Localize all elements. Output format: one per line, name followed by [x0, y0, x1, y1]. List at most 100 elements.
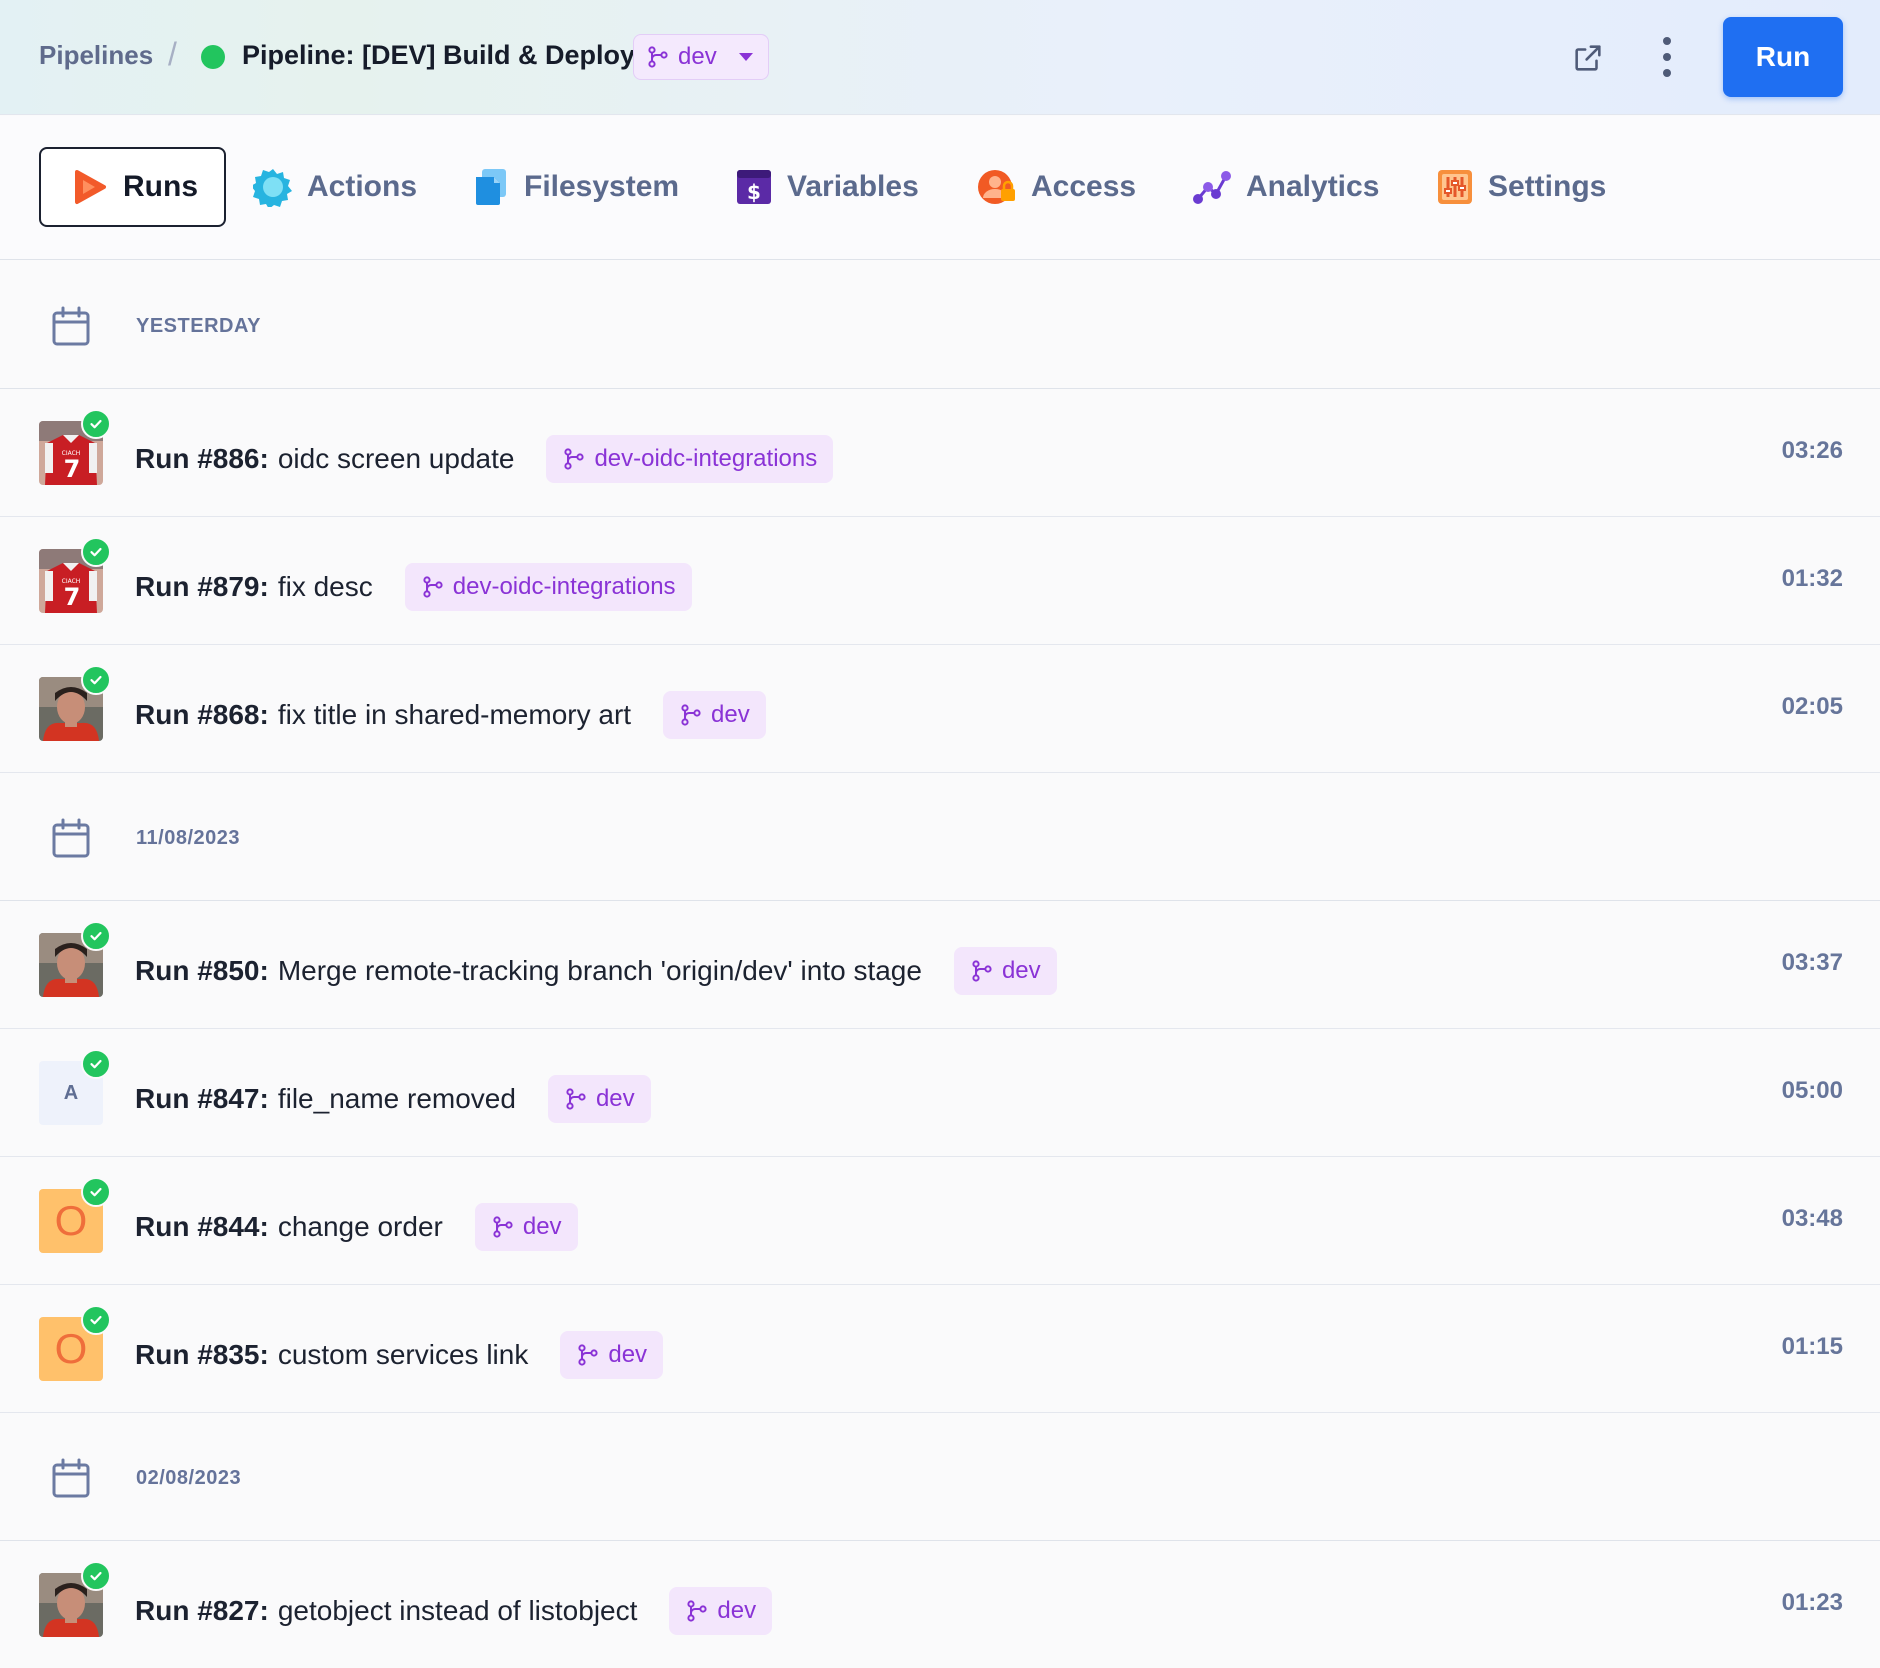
run-row[interactable]: CIACH 7 Run #879: fix desc dev-oidc-integrat…: [0, 517, 1880, 645]
gear-icon: [253, 169, 292, 207]
run-row[interactable]: CIACH 7 Run #886: oidc screen update dev-oid…: [0, 389, 1880, 517]
branch-tag[interactable]: dev: [669, 1587, 773, 1635]
tab-actions[interactable]: Actions: [253, 147, 417, 227]
run-duration: 03:48: [1781, 1205, 1843, 1232]
tab-access[interactable]: Access: [977, 147, 1136, 227]
success-check-icon: [81, 409, 111, 439]
tab-analytics[interactable]: Analytics: [1192, 147, 1379, 227]
breadcrumb-pipelines-link[interactable]: Pipelines: [39, 40, 153, 71]
branch-icon: [564, 1087, 588, 1111]
svg-text:7: 7: [64, 455, 81, 483]
kebab-dot: [1663, 37, 1671, 45]
run-row[interactable]: Run #827: getobject instead of listobject…: [0, 1541, 1880, 1668]
run-row[interactable]: A Run #847: file_name removed dev 05:00: [0, 1029, 1880, 1157]
branch-icon: [970, 959, 994, 983]
branch-icon: [576, 1343, 600, 1367]
tab-label: Actions: [307, 170, 418, 203]
branch-selector[interactable]: dev: [633, 34, 769, 80]
success-check-icon: [81, 1049, 111, 1079]
run-row[interactable]: O Run #835: custom services link dev 01:15: [0, 1285, 1880, 1413]
breadcrumb-separator: /: [168, 36, 177, 72]
tab-settings[interactable]: Settings: [1436, 147, 1606, 227]
tab-bar: Runs Actions Filesystem $ Variables Acce…: [0, 116, 1880, 260]
run-row[interactable]: O Run #844: change order dev 03:48: [0, 1157, 1880, 1285]
branch-icon: [562, 447, 586, 471]
avatar: [39, 1561, 111, 1637]
branch-tag[interactable]: dev: [953, 947, 1057, 995]
user-lock-icon: [978, 170, 1015, 204]
run-duration: 03:26: [1781, 437, 1843, 464]
date-label: YESTERDAY: [136, 315, 261, 337]
run-row[interactable]: Run #868: fix title in shared-memory art d…: [0, 645, 1880, 773]
run-message: change order: [277, 1211, 443, 1242]
success-check-icon: [81, 1177, 111, 1207]
avatar: [39, 665, 111, 741]
tab-label: Filesystem: [524, 170, 680, 203]
kebab-dot: [1663, 53, 1671, 61]
avatar: [39, 921, 111, 997]
top-bar: Pipelines / Pipeline: [DEV] Build & Depl…: [0, 0, 1880, 115]
branch-tag[interactable]: dev: [547, 1075, 651, 1123]
run-summary: Run #850: Merge remote-tracking branch 'o…: [135, 947, 1057, 995]
run-message: oidc screen update: [277, 443, 515, 474]
analytics-icon: [1193, 171, 1231, 204]
branch-icon: [491, 1215, 515, 1239]
success-check-icon: [81, 665, 111, 695]
tab-filesystem[interactable]: Filesystem: [472, 147, 679, 227]
branch-tag-label: dev: [717, 1597, 757, 1624]
branch-tag[interactable]: dev: [663, 691, 766, 739]
tab-variables[interactable]: $ Variables: [735, 147, 919, 227]
branch-tag-label: dev: [608, 1341, 648, 1368]
run-duration: 02:05: [1781, 693, 1843, 720]
run-summary: Run #886: oidc screen update dev-oidc-inte…: [135, 435, 834, 483]
success-check-icon: [81, 921, 111, 951]
success-check-icon: [81, 1305, 111, 1335]
pipeline-title: Pipeline: [DEV] Build & Deploy: [242, 40, 636, 70]
avatar: CIACH 7: [39, 537, 111, 613]
run-summary: Run #868: fix title in shared-memory art d…: [135, 691, 766, 739]
calendar-icon: [50, 818, 92, 865]
run-button[interactable]: Run: [1723, 17, 1843, 97]
tab-runs[interactable]: Runs: [39, 147, 226, 227]
date-group-header: YESTERDAY: [0, 261, 1880, 389]
branch-tag-label: dev: [1001, 957, 1041, 984]
run-number: Run #879:: [135, 571, 269, 602]
branch-tag[interactable]: dev: [474, 1203, 578, 1251]
run-number: Run #868:: [135, 699, 269, 730]
tab-label: Variables: [787, 170, 919, 203]
kebab-dot: [1663, 69, 1671, 77]
run-number: Run #835:: [135, 1339, 269, 1370]
files-icon: [476, 169, 506, 205]
run-row[interactable]: Run #850: Merge remote-tracking branch 'o…: [0, 901, 1880, 1029]
branch-tag-label: dev: [711, 701, 750, 728]
calendar-icon: [50, 306, 92, 353]
run-summary: Run #847: file_name removed dev: [135, 1075, 651, 1123]
run-summary: Run #827: getobject instead of listobject…: [135, 1587, 773, 1635]
tab-label: Settings: [1488, 170, 1607, 203]
tab-label: Access: [1031, 170, 1137, 203]
run-number: Run #827:: [135, 1595, 269, 1626]
run-message: fix title in shared-memory art: [277, 699, 632, 730]
more-options-button[interactable]: [1650, 34, 1684, 80]
tab-label: Runs: [123, 170, 198, 203]
run-duration: 01:15: [1781, 1333, 1843, 1360]
success-check-icon: [81, 1561, 111, 1591]
branch-icon: [648, 46, 668, 68]
run-message: Merge remote-tracking branch 'origin/dev…: [277, 955, 922, 986]
branch-tag[interactable]: dev-oidc-integrations: [404, 563, 692, 611]
run-summary: Run #844: change order dev: [135, 1203, 578, 1251]
external-link-icon: [1575, 45, 1601, 71]
branch-selector-label: dev: [678, 43, 717, 70]
branch-tag[interactable]: dev: [560, 1331, 664, 1379]
svg-text:7: 7: [64, 583, 81, 611]
branch-tag[interactable]: dev-oidc-integrations: [546, 435, 834, 483]
run-duration: 01:32: [1781, 565, 1843, 592]
run-number: Run #844:: [135, 1211, 269, 1242]
run-message: getobject instead of listobject: [277, 1595, 638, 1626]
chevron-down-icon: [738, 53, 753, 61]
avatar: CIACH 7: [39, 409, 111, 485]
run-summary: Run #835: custom services link dev: [135, 1331, 664, 1379]
branch-tag-label: dev: [522, 1213, 562, 1240]
branch-tag-label: dev: [595, 1085, 635, 1112]
open-external-button[interactable]: [1568, 38, 1608, 78]
